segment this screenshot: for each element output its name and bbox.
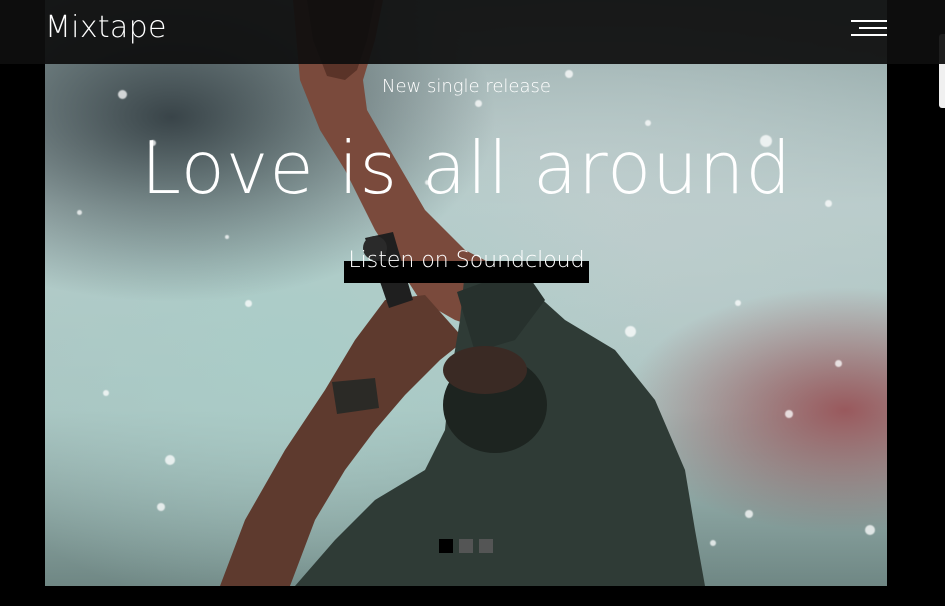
brand-logo-link[interactable]: Mixtape	[45, 10, 167, 45]
hero-subtitle: New single release	[381, 76, 551, 97]
cta-label[interactable]: Listen on Soundcloud	[344, 248, 589, 273]
page-bottom-edge	[0, 586, 945, 606]
menu-line	[851, 20, 887, 22]
menu-line	[859, 27, 887, 29]
hamburger-menu-icon[interactable]	[851, 20, 887, 38]
slide-dot-1[interactable]	[439, 539, 453, 553]
slider-pagination	[439, 539, 493, 553]
menu-line	[851, 34, 887, 36]
slide-dot-3[interactable]	[479, 539, 493, 553]
page: Mixtape New single release Love is all a…	[0, 0, 945, 606]
slide-dot-2[interactable]	[459, 539, 473, 553]
hero-headline: Love is all around	[140, 126, 793, 210]
